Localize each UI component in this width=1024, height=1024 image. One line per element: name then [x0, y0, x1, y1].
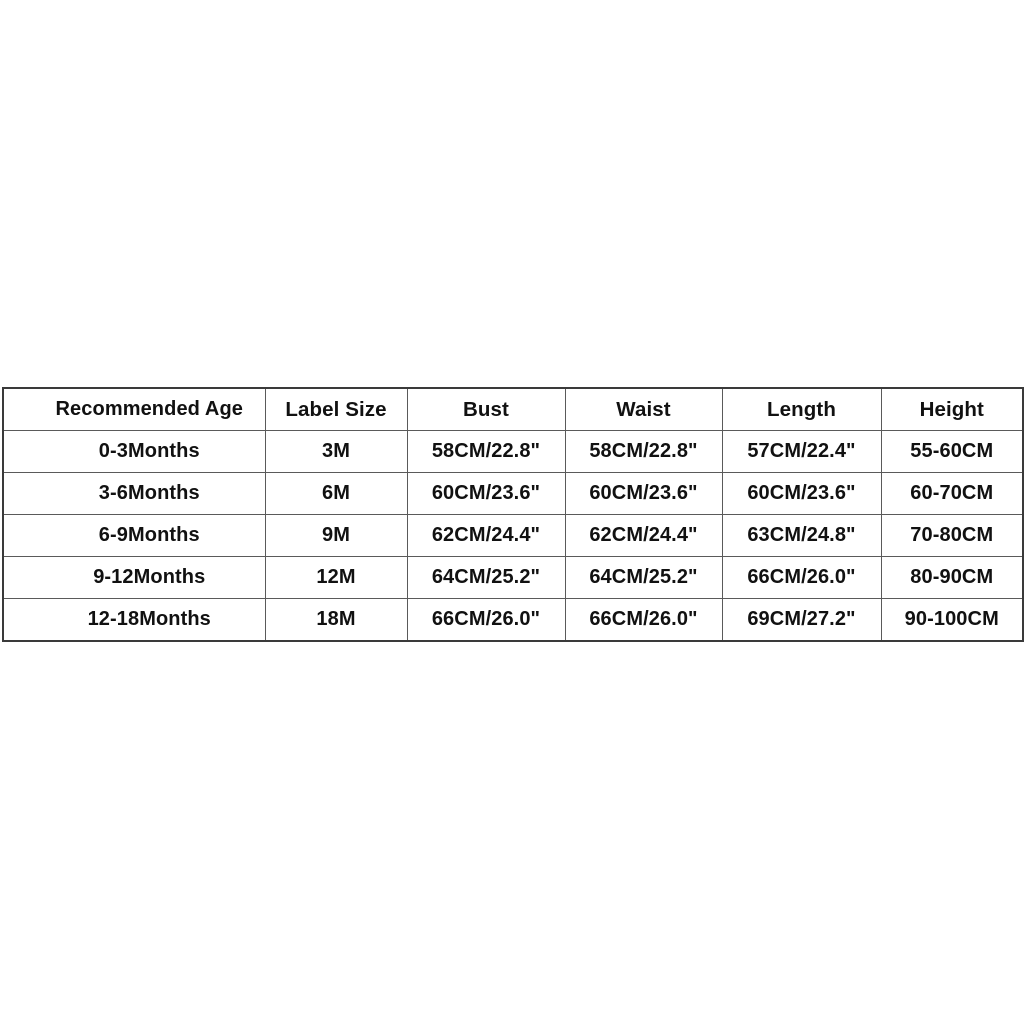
cell-height: 55-60CM	[880, 430, 1024, 473]
cell-bust: 60CM/23.6"	[406, 472, 566, 515]
cell-label-size: 3M	[264, 430, 408, 473]
column-header-height: Height	[880, 387, 1024, 431]
cell-length: 69CM/27.2"	[721, 598, 882, 642]
cell-height: 60-70CM	[880, 472, 1024, 515]
cell-age: 6-9Months	[2, 514, 266, 557]
table-row: 6-9Months 9M 62CM/24.4" 62CM/24.4" 63CM/…	[2, 514, 1024, 557]
cell-length: 66CM/26.0"	[721, 556, 882, 599]
cell-bust: 58CM/22.8"	[406, 430, 566, 473]
cell-waist: 62CM/24.4"	[564, 514, 723, 557]
header-row: Recommended Age Label Size Bust Waist Le…	[2, 387, 1024, 431]
cell-bust: 66CM/26.0"	[406, 598, 566, 642]
cell-bust: 64CM/25.2"	[406, 556, 566, 599]
cell-label-size: 6M	[264, 472, 408, 515]
cell-length: 60CM/23.6"	[721, 472, 882, 515]
column-header-bust: Bust	[406, 387, 566, 431]
cell-age: 12-18Months	[2, 598, 266, 642]
cell-waist: 60CM/23.6"	[564, 472, 723, 515]
column-header-waist: Waist	[564, 387, 723, 431]
table-row: 3-6Months 6M 60CM/23.6" 60CM/23.6" 60CM/…	[2, 472, 1024, 515]
cell-waist: 64CM/25.2"	[564, 556, 723, 599]
cell-height: 70-80CM	[880, 514, 1024, 557]
cell-height: 80-90CM	[880, 556, 1024, 599]
table-row: 12-18Months 18M 66CM/26.0" 66CM/26.0" 69…	[2, 598, 1024, 642]
table-body: 0-3Months 3M 58CM/22.8" 58CM/22.8" 57CM/…	[2, 430, 1024, 642]
cell-bust: 62CM/24.4"	[406, 514, 566, 557]
cell-label-size: 18M	[264, 598, 408, 642]
column-header-length: Length	[721, 387, 882, 431]
cell-length: 63CM/24.8"	[721, 514, 882, 557]
cell-height: 90-100CM	[880, 598, 1024, 642]
cell-label-size: 12M	[264, 556, 408, 599]
table-header: Recommended Age Label Size Bust Waist Le…	[2, 387, 1024, 431]
cell-waist: 66CM/26.0"	[564, 598, 723, 642]
cell-label-size: 9M	[264, 514, 408, 557]
cell-age: 0-3Months	[2, 430, 266, 473]
cell-age: 9-12Months	[2, 556, 266, 599]
cell-length: 57CM/22.4"	[721, 430, 882, 473]
table-row: 9-12Months 12M 64CM/25.2" 64CM/25.2" 66C…	[2, 556, 1024, 599]
size-chart-container: Recommended Age Label Size Bust Waist Le…	[2, 387, 1024, 642]
table-row: 0-3Months 3M 58CM/22.8" 58CM/22.8" 57CM/…	[2, 430, 1024, 473]
size-chart-table: Recommended Age Label Size Bust Waist Le…	[2, 387, 1024, 642]
cell-waist: 58CM/22.8"	[564, 430, 723, 473]
column-header-recommended-age: Recommended Age	[2, 387, 266, 431]
cell-age: 3-6Months	[2, 472, 266, 515]
column-header-label-size: Label Size	[264, 387, 408, 431]
